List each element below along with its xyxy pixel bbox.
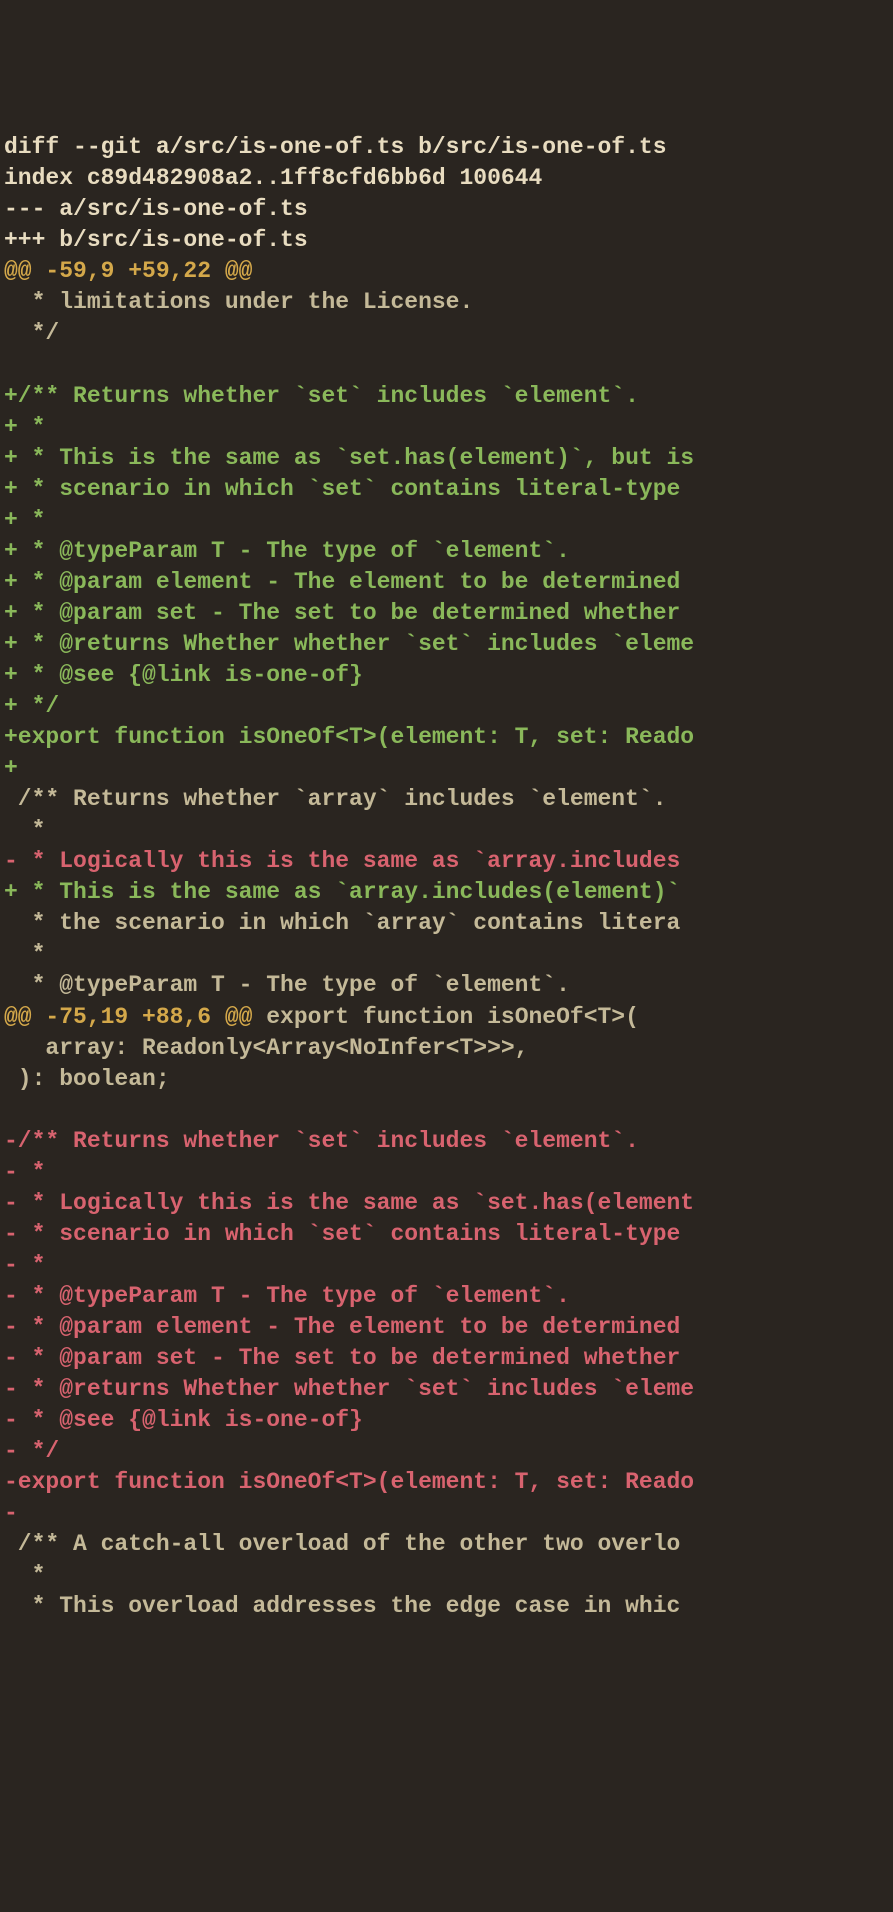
hunk-marker: @@ -75,19 +88,6 @@ (4, 1004, 252, 1030)
diff-line-diff-header: +++ b/src/is-one-of.ts (4, 225, 889, 256)
diff-line-diff-header: --- a/src/is-one-of.ts (4, 194, 889, 225)
diff-line-added: + * @param element - The element to be d… (4, 567, 889, 598)
diff-line-context: * limitations under the License. (4, 287, 889, 318)
diff-line-removed: -/** Returns whether `set` includes `ele… (4, 1126, 889, 1157)
diff-line-removed: - * @typeParam T - The type of `element`… (4, 1281, 889, 1312)
diff-line-context: * (4, 815, 889, 846)
diff-output: diff --git a/src/is-one-of.ts b/src/is-o… (4, 132, 889, 1622)
diff-line-context: /** A catch-all overload of the other tw… (4, 1529, 889, 1560)
diff-line-removed: -export function isOneOf<T>(element: T, … (4, 1467, 889, 1498)
diff-line-added: +/** Returns whether `set` includes `ele… (4, 381, 889, 412)
diff-line-removed: - * (4, 1250, 889, 1281)
diff-line-removed: - * @returns Whether whether `set` inclu… (4, 1374, 889, 1405)
diff-line-context: * (4, 1560, 889, 1591)
diff-line-removed: - * @param set - The set to be determine… (4, 1343, 889, 1374)
diff-line-added: + */ (4, 691, 889, 722)
diff-line-context: array: Readonly<Array<NoInfer<T>>>, (4, 1033, 889, 1064)
diff-line-context: * @typeParam T - The type of `element`. (4, 970, 889, 1001)
diff-line-removed: - * Logically this is the same as `set.h… (4, 1188, 889, 1219)
diff-line-context: ): boolean; (4, 1064, 889, 1095)
diff-line-removed: - * Logically this is the same as `array… (4, 846, 889, 877)
diff-line-context: * This overload addresses the edge case … (4, 1591, 889, 1622)
diff-line-diff-header: index c89d482908a2..1ff8cfd6bb6d 100644 (4, 163, 889, 194)
diff-line-removed: - * @param element - The element to be d… (4, 1312, 889, 1343)
diff-line-removed: - * (4, 1157, 889, 1188)
diff-line-context (4, 350, 889, 381)
diff-line-context: */ (4, 318, 889, 349)
diff-line-added: + * @typeParam T - The type of `element`… (4, 536, 889, 567)
diff-line-removed: - (4, 1498, 889, 1529)
diff-line-removed: - */ (4, 1436, 889, 1467)
diff-line-diff-header: diff --git a/src/is-one-of.ts b/src/is-o… (4, 132, 889, 163)
diff-line-added: + * @param set - The set to be determine… (4, 598, 889, 629)
diff-line-added: + * (4, 412, 889, 443)
diff-line-context: * the scenario in which `array` contains… (4, 908, 889, 939)
diff-line-hunk: @@ -75,19 +88,6 @@ export function isOne… (4, 1002, 889, 1033)
diff-line-context (4, 1095, 889, 1126)
hunk-context: export function isOneOf<T>( (252, 1004, 638, 1030)
diff-line-added: + * scenario in which `set` contains lit… (4, 474, 889, 505)
diff-line-added: + (4, 753, 889, 784)
diff-line-added: + * (4, 505, 889, 536)
diff-line-added: + * This is the same as `set.has(element… (4, 443, 889, 474)
diff-line-added: + * @returns Whether whether `set` inclu… (4, 629, 889, 660)
diff-line-context: * (4, 939, 889, 970)
diff-line-removed: - * scenario in which `set` contains lit… (4, 1219, 889, 1250)
diff-line-hunk-header: @@ -59,9 +59,22 @@ (4, 256, 889, 287)
diff-line-removed: - * @see {@link is-one-of} (4, 1405, 889, 1436)
diff-line-context: /** Returns whether `array` includes `el… (4, 784, 889, 815)
diff-line-added: +export function isOneOf<T>(element: T, … (4, 722, 889, 753)
diff-line-added: + * This is the same as `array.includes(… (4, 877, 889, 908)
diff-line-added: + * @see {@link is-one-of} (4, 660, 889, 691)
